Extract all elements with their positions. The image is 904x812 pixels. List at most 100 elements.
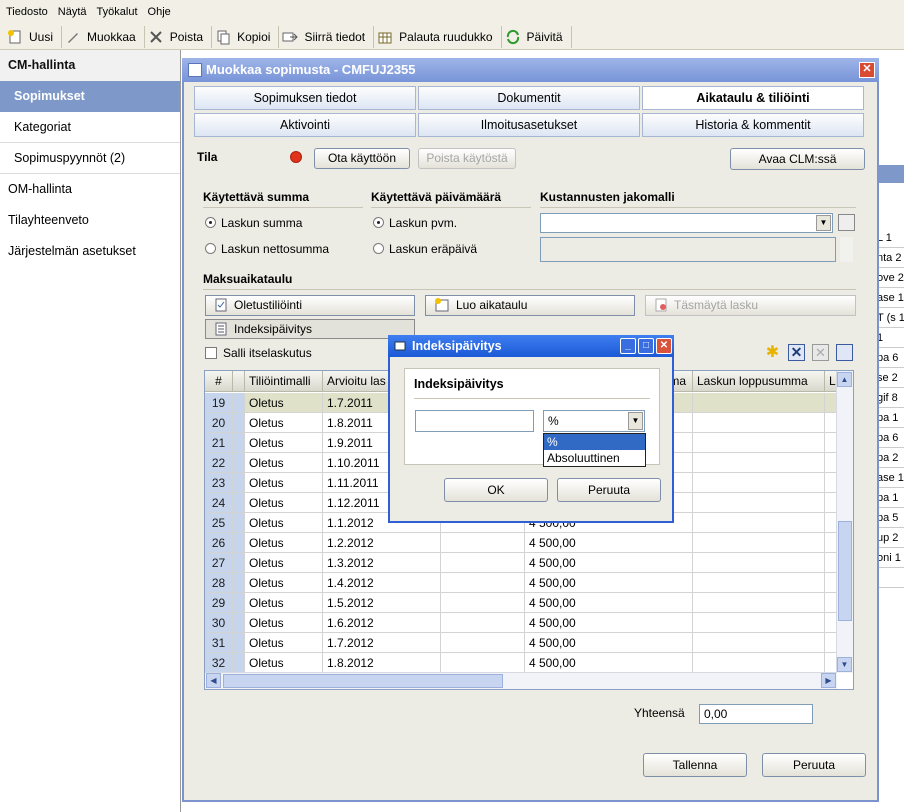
table-cell[interactable]: Oletus [245, 433, 323, 453]
table-cell[interactable] [233, 553, 245, 573]
restore-grid-button[interactable]: Palauta ruudukko [374, 25, 502, 48]
chevron-down-icon[interactable]: ▼ [628, 412, 643, 430]
index-type-select[interactable]: % ▼ [543, 410, 645, 432]
table-cell[interactable]: 30 [205, 613, 233, 633]
col-header-invoice-total[interactable]: Laskun loppusumma [693, 371, 825, 392]
table-cell[interactable] [233, 653, 245, 673]
table-cell[interactable] [441, 653, 525, 673]
scroll-thumb[interactable] [838, 521, 852, 621]
table-cell[interactable]: 1.3.2012 [323, 553, 441, 573]
vertical-scrollbar[interactable]: ▲ ▼ [836, 371, 853, 673]
export-icon[interactable] [836, 344, 853, 361]
match-invoice-button[interactable]: Täsmäytä lasku [645, 295, 856, 316]
index-value-input[interactable] [415, 410, 534, 432]
clear-rows-icon[interactable]: ✕ [812, 344, 829, 361]
table-cell[interactable] [441, 553, 525, 573]
menu-file[interactable]: Tiedosto [6, 6, 48, 18]
table-cell[interactable] [441, 573, 525, 593]
table-cell[interactable] [693, 453, 825, 473]
sidebar-item-asetukset[interactable]: Järjestelmän asetukset [0, 236, 180, 267]
table-cell[interactable]: Oletus [245, 393, 323, 413]
table-cell[interactable] [693, 513, 825, 533]
table-cell[interactable]: 1.7.2012 [323, 633, 441, 653]
table-cell[interactable] [233, 453, 245, 473]
delete-button[interactable]: Poista [145, 25, 213, 48]
tab-activation[interactable]: Aktivointi [194, 113, 416, 137]
table-cell[interactable]: 4 500,00 [525, 633, 693, 653]
table-cell[interactable]: 4 500,00 [525, 653, 693, 673]
table-cell[interactable]: Oletus [245, 573, 323, 593]
date-invoice-radio[interactable] [373, 217, 384, 228]
table-cell[interactable]: Oletus [245, 453, 323, 473]
horizontal-scrollbar[interactable]: ◀ ▶ [205, 672, 837, 689]
save-button[interactable]: Tallenna [643, 753, 747, 777]
scroll-right-icon[interactable]: ▶ [821, 673, 836, 688]
table-cell[interactable]: Oletus [245, 533, 323, 553]
sidebar-item-tilayhteenveto[interactable]: Tilayhteenveto [0, 205, 180, 236]
table-cell[interactable] [233, 593, 245, 613]
new-button[interactable]: Uusi [4, 25, 63, 48]
table-cell[interactable]: 20 [205, 413, 233, 433]
hscroll-thumb[interactable] [223, 674, 503, 688]
copy-button[interactable]: Kopioi [212, 25, 280, 48]
table-cell[interactable]: 4 500,00 [525, 573, 693, 593]
table-cell[interactable] [233, 573, 245, 593]
sidebar-item-om[interactable]: OM-hallinta [0, 174, 180, 205]
table-cell[interactable]: 4 500,00 [525, 533, 693, 553]
scroll-down-icon[interactable]: ▼ [837, 657, 852, 672]
table-cell[interactable]: 27 [205, 553, 233, 573]
close-icon[interactable]: ✕ [656, 338, 672, 354]
activate-button[interactable]: Ota käyttöön [314, 148, 410, 169]
table-cell[interactable] [233, 493, 245, 513]
table-cell[interactable] [693, 553, 825, 573]
table-cell[interactable]: Oletus [245, 593, 323, 613]
create-schedule-button[interactable]: Luo aikataulu [425, 295, 635, 316]
ok-button[interactable]: OK [444, 478, 548, 502]
sidebar-item-sopimukset[interactable]: Sopimukset [0, 81, 180, 112]
sidebar-item-kategoriat[interactable]: Kategoriat [0, 112, 180, 143]
table-cell[interactable] [233, 413, 245, 433]
edit-button[interactable]: Muokkaa [62, 25, 145, 48]
tab-documents[interactable]: Dokumentit [418, 86, 640, 110]
table-cell[interactable] [441, 533, 525, 553]
table-cell[interactable] [693, 653, 825, 673]
table-cell[interactable] [441, 593, 525, 613]
table-cell[interactable]: 21 [205, 433, 233, 453]
table-cell[interactable] [693, 533, 825, 553]
table-cell[interactable] [233, 613, 245, 633]
table-cell[interactable]: 28 [205, 573, 233, 593]
table-cell[interactable] [441, 613, 525, 633]
sum-invoice-radio[interactable] [205, 217, 216, 228]
table-row[interactable]: 28 Oletus 1.4.2012 4 500,00 [205, 573, 837, 593]
table-cell[interactable] [693, 633, 825, 653]
date-due-radio[interactable] [373, 243, 384, 254]
tab-notification-settings[interactable]: Ilmoitusasetukset [418, 113, 640, 137]
table-cell[interactable] [693, 493, 825, 513]
dropdown-option-percent[interactable]: % [544, 434, 645, 450]
cost-model-select[interactable]: ▼ [540, 213, 833, 233]
table-cell[interactable] [233, 473, 245, 493]
move-data-button[interactable]: Siirrä tiedot [279, 25, 375, 48]
cancel-button[interactable]: Peruuta [762, 753, 866, 777]
tab-schedule-accounting[interactable]: Aikataulu & tiliöinti [642, 86, 864, 110]
table-row[interactable]: 31 Oletus 1.7.2012 4 500,00 [205, 633, 837, 653]
sidebar-header-cm[interactable]: CM-hallinta [0, 50, 180, 81]
tab-contract-info[interactable]: Sopimuksen tiedot [194, 86, 416, 110]
menu-tools[interactable]: Työkalut [97, 6, 138, 18]
sidebar-item-sopimuspyynnot[interactable]: Sopimuspyynnöt (2) [0, 143, 180, 174]
table-cell[interactable] [233, 393, 245, 413]
table-cell[interactable]: 31 [205, 633, 233, 653]
menu-view[interactable]: Näytä [58, 6, 87, 18]
deactivate-button[interactable]: Poista käytöstä [418, 148, 516, 169]
table-cell[interactable]: Oletus [245, 613, 323, 633]
table-cell[interactable]: 1.5.2012 [323, 593, 441, 613]
menu-help[interactable]: Ohje [148, 6, 171, 18]
table-cell[interactable]: 29 [205, 593, 233, 613]
table-cell[interactable]: Oletus [245, 653, 323, 673]
table-row[interactable]: 30 Oletus 1.6.2012 4 500,00 [205, 613, 837, 633]
detail-scrollbar[interactable] [840, 237, 853, 262]
tab-history-comments[interactable]: Historia & kommentit [642, 113, 864, 137]
table-cell[interactable]: 26 [205, 533, 233, 553]
table-cell[interactable] [233, 513, 245, 533]
table-cell[interactable]: 1.6.2012 [323, 613, 441, 633]
